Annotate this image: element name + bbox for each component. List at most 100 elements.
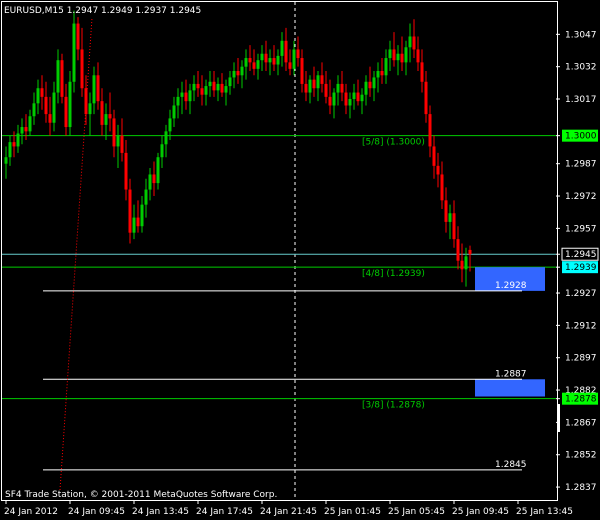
candle-body xyxy=(24,127,28,132)
candle-body xyxy=(144,189,148,205)
target-label: 1.2928 xyxy=(495,281,527,291)
time-tick-label: 24 Jan 09:45 xyxy=(68,507,125,517)
candle-body xyxy=(468,249,472,255)
candle-body xyxy=(8,142,12,158)
time-tick-label: 24 Jan 17:45 xyxy=(196,507,253,517)
candle-body xyxy=(84,88,88,115)
murrey-level-label: [5/8] (1.3000) xyxy=(362,138,425,148)
candle-body xyxy=(420,62,424,82)
candle-body xyxy=(308,79,312,93)
candle-body xyxy=(424,81,428,115)
candle-body xyxy=(256,60,260,69)
candle-body xyxy=(136,217,140,227)
price-scale-handle[interactable] xyxy=(557,404,560,432)
candle-body xyxy=(140,204,144,227)
chart-title: EURUSD,M15 1.2947 1.2949 1.2937 1.2945 xyxy=(4,6,201,16)
candle-body xyxy=(452,213,456,240)
candle-body xyxy=(116,135,120,147)
candle-body xyxy=(100,101,104,125)
price-tick-label: 1.2867 xyxy=(565,418,597,428)
time-tick-label: 24 Jan 13:45 xyxy=(132,507,189,517)
candle-body xyxy=(148,174,152,190)
candle-body xyxy=(156,157,160,184)
price-tick-label: 1.3047 xyxy=(565,30,597,40)
murrey-level-label: [4/8] (1.2939) xyxy=(362,269,425,279)
candle-body xyxy=(92,75,96,104)
murrey-level-label: [3/8] (1.2878) xyxy=(362,401,425,411)
candle-body xyxy=(184,92,188,102)
candle-body xyxy=(176,96,180,106)
candle-body xyxy=(268,58,272,63)
candle-body xyxy=(460,260,464,270)
candle-body xyxy=(232,70,236,78)
candle-body xyxy=(12,142,16,147)
candle-body xyxy=(4,157,8,164)
candle-body xyxy=(272,58,276,65)
candle-body xyxy=(332,92,336,106)
candle-body xyxy=(364,81,368,95)
candle-body xyxy=(252,62,256,69)
candle-body xyxy=(128,189,132,233)
candle-body xyxy=(36,88,40,104)
price-tag-label: 1.2945 xyxy=(565,250,597,260)
candle-body xyxy=(132,217,136,233)
candle-body xyxy=(108,114,112,119)
candle-body xyxy=(104,114,108,125)
candle-body xyxy=(60,60,64,97)
candle-body xyxy=(200,88,204,95)
target-label: 1.2845 xyxy=(495,460,527,470)
candle-body xyxy=(72,23,76,82)
candle-body xyxy=(400,53,404,63)
candle-body xyxy=(440,174,444,201)
candle-body xyxy=(392,49,396,61)
candle-body xyxy=(276,55,280,65)
candle-body xyxy=(124,152,128,190)
time-tick-label: 25 Jan 05:45 xyxy=(388,507,445,517)
candle-body xyxy=(52,92,56,123)
candle-body xyxy=(164,131,168,145)
candle-body xyxy=(56,60,60,93)
candle-body xyxy=(352,92,356,100)
time-tick-label: 25 Jan 09:45 xyxy=(452,507,509,517)
candle-body xyxy=(324,83,328,97)
candle-body xyxy=(456,239,460,261)
time-tick-label: 25 Jan 13:45 xyxy=(516,507,573,517)
candle-body xyxy=(336,83,340,93)
candle-body xyxy=(44,96,48,115)
price-tick-label: 1.2852 xyxy=(565,451,597,461)
target-label: 1.2887 xyxy=(495,369,527,379)
candle-body xyxy=(172,105,176,119)
candle-body xyxy=(380,70,384,76)
candle-body xyxy=(208,81,212,87)
candle-body xyxy=(260,53,264,61)
price-tick-label: 1.2957 xyxy=(565,224,597,234)
candle-body xyxy=(348,99,352,106)
candle-body xyxy=(404,47,408,63)
candle-body xyxy=(248,58,252,63)
candle-body xyxy=(444,200,448,222)
candle-body xyxy=(376,70,380,78)
candle-body xyxy=(68,81,72,128)
candle-body xyxy=(304,83,308,93)
candle-body xyxy=(204,86,208,95)
price-tick-label: 1.2972 xyxy=(565,192,597,202)
candle-body xyxy=(244,58,248,67)
candle-body xyxy=(432,146,436,166)
chart-root[interactable]: [5/8] (1.3000) [4/8] (1.2939) [3/8] (1.287… xyxy=(0,0,600,520)
candle-body xyxy=(20,127,24,134)
time-tick-label: 25 Jan 01:45 xyxy=(324,507,381,517)
candle-body xyxy=(344,92,348,106)
price-tag-label: 1.2939 xyxy=(565,263,597,273)
chart-background xyxy=(0,0,600,520)
candle-body xyxy=(160,144,164,158)
candle-body xyxy=(372,77,376,89)
candle-body xyxy=(168,118,172,132)
price-tick-label: 1.3017 xyxy=(565,95,597,105)
candle-body xyxy=(212,81,216,91)
time-tick-label: 24 Jan 21:45 xyxy=(260,507,317,517)
candle-body xyxy=(288,62,292,69)
target-zone xyxy=(475,379,545,397)
candle-body xyxy=(292,49,296,69)
candle-body xyxy=(368,81,372,89)
price-tag-label: 1.3000 xyxy=(565,132,597,142)
